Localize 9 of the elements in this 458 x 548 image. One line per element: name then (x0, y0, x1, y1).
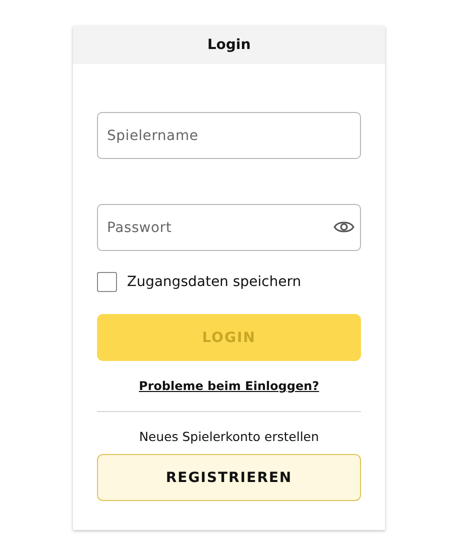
remember-checkbox[interactable] (97, 272, 117, 292)
register-button[interactable]: REGISTRIEREN (97, 454, 361, 501)
card-title: Login (207, 37, 251, 53)
password-field[interactable]: Passwort (97, 204, 361, 251)
register-prompt: Neues Spielerkonto erstellen (138, 429, 320, 444)
username-field[interactable]: Spielername (97, 112, 361, 159)
remember-label: Zugangsdaten speichern (127, 274, 302, 290)
eye-icon[interactable] (333, 219, 355, 235)
help-link[interactable]: Probleme beim Einloggen? (138, 379, 320, 393)
